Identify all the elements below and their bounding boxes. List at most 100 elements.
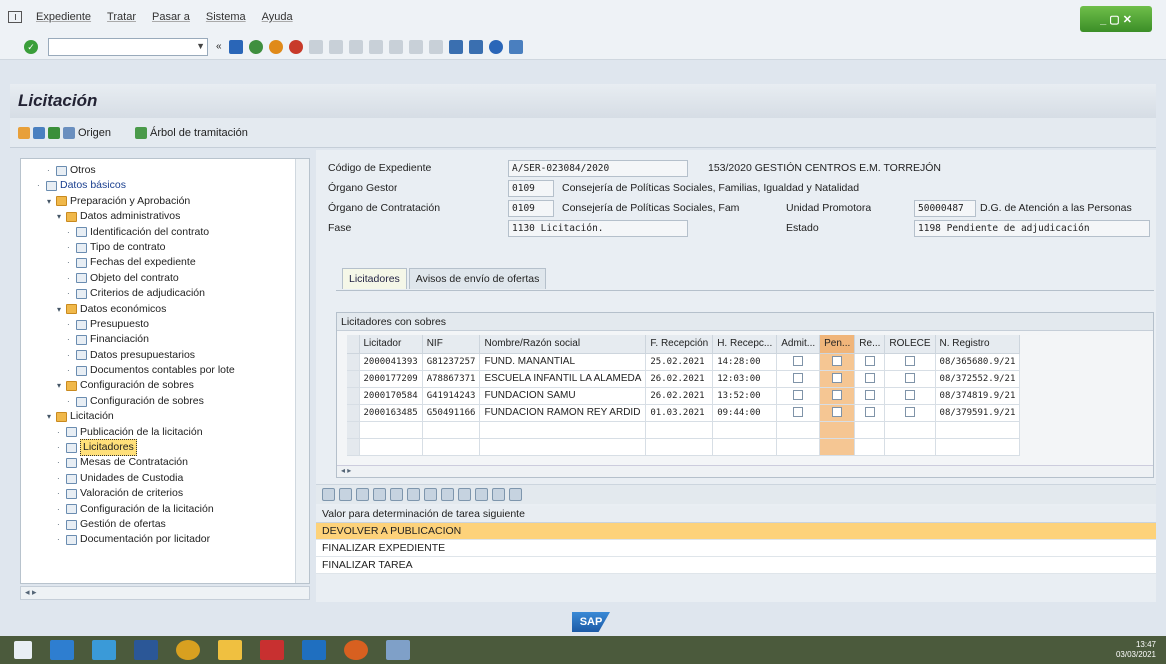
checkbox-cell[interactable] [776,404,821,422]
find-icon[interactable] [373,488,386,501]
tree-item[interactable]: ▾ Datos administrativos [21,209,309,224]
last-page-icon[interactable] [428,39,443,54]
checkbox-cell[interactable] [854,438,886,456]
tree-item[interactable]: ▾ Configuración de sobres [21,378,309,393]
table-row[interactable]: 2000170584 G41914243 FUNDACION SAMU 26.02.2… [347,387,1021,405]
checkbox-cell[interactable] [854,353,886,371]
tree-hscrollbar[interactable]: ◂ ▸ [20,586,310,600]
expand-icon[interactable]: ▾ [57,209,66,224]
checkbox[interactable] [864,373,875,384]
table-row[interactable]: 2000163485 G50491166 FUNDACION RAMON REY A… [347,404,1021,422]
menu-expediente[interactable]: Expediente [36,11,91,23]
origin-icon[interactable] [63,126,75,139]
exit-icon[interactable] [268,39,283,54]
tree-item[interactable]: ▾ Licitación [21,409,309,424]
column-header[interactable]: Re... [854,335,886,354]
checkbox[interactable] [904,356,915,367]
checkbox[interactable] [864,407,875,418]
layout-icon[interactable] [475,488,488,501]
expand-icon[interactable]: ▾ [57,378,66,393]
menu-sistema[interactable]: Sistema [206,11,246,23]
checkbox-cell[interactable] [884,353,936,371]
export-icon[interactable] [458,488,471,501]
column-header[interactable]: F. Recepción [645,335,714,354]
checkbox-cell[interactable] [884,387,936,405]
tree-item[interactable]: · Documentos contables por lote [21,363,309,378]
tree-item[interactable]: · Identificación del contrato [21,225,309,240]
subtotal-icon[interactable] [424,488,437,501]
layout-icon[interactable] [508,39,523,54]
edge-icon[interactable] [92,640,116,660]
sort-asc-icon[interactable] [339,488,352,501]
sap-gui-icon[interactable] [386,640,410,660]
tab-avisos-envio[interactable]: Avisos de envío de ofertas [408,268,547,289]
back-icon[interactable] [248,39,263,54]
checkbox[interactable] [904,407,915,418]
checkbox-cell[interactable] [819,370,856,388]
details-icon[interactable] [322,488,335,501]
windows-start-icon[interactable] [14,641,32,659]
tree-item[interactable]: · Datos básicos [21,178,309,193]
column-header[interactable]: H. Recepc... [712,335,778,354]
checkbox-cell[interactable] [819,421,856,439]
print-icon[interactable] [308,39,323,54]
checkbox-cell[interactable] [884,421,936,439]
checkbox[interactable] [793,407,804,418]
checkbox[interactable] [832,373,843,384]
checkbox[interactable] [832,407,843,418]
filter-icon[interactable] [33,126,45,139]
task-view-icon[interactable] [50,640,74,660]
tree-scrollbar[interactable] [295,159,309,583]
tree-item[interactable]: · Documentación por licitador [21,532,309,547]
checkbox-cell[interactable] [776,438,821,456]
tree-item[interactable]: · Otros [21,163,309,178]
menu-tratar[interactable]: Tratar [107,11,136,23]
menu-ayuda[interactable]: Ayuda [262,11,293,23]
codigo-field[interactable]: A/SER-023084/2020 [508,160,688,177]
table-row[interactable]: 2000177209 A78867371 ESCUELA INFANTIL LA A… [347,370,1021,388]
checkbox[interactable] [864,356,875,367]
checkbox-cell[interactable] [776,370,821,388]
command-field[interactable]: ▼ [48,37,208,56]
row-selector[interactable] [347,421,360,439]
column-header[interactable]: N. Registro [935,335,1021,354]
tree-item[interactable]: · Licitadores [21,439,309,457]
tree-item[interactable]: · Datos presupuestarios [21,348,309,363]
estado-field[interactable]: 1198 Pendiente de adjudicación [914,220,1150,237]
hierarchy-icon[interactable] [48,126,60,139]
sort-desc-icon[interactable] [356,488,369,501]
select-all-cell[interactable] [347,335,360,354]
checkbox[interactable] [832,356,843,367]
checkbox-cell[interactable] [854,421,886,439]
prev-page-icon[interactable] [388,39,403,54]
display-icon[interactable] [18,126,30,139]
checkbox-cell[interactable] [819,387,856,405]
word-icon[interactable] [134,640,158,660]
checkbox-cell[interactable] [819,438,856,456]
menu-pasar-a[interactable]: Pasar a [152,11,190,23]
tree-item[interactable]: · Configuración de sobres [21,394,309,409]
graphic-icon[interactable] [492,488,505,501]
checkbox-cell[interactable] [854,404,886,422]
shortcut-icon[interactable] [468,39,483,54]
checkbox[interactable] [793,356,804,367]
checkbox[interactable] [904,373,915,384]
tab-licitadores[interactable]: Licitadores [342,268,407,289]
window-controls[interactable]: _ ▢ ✕ [1080,6,1152,32]
checkbox[interactable] [793,390,804,401]
unidad-promotora-code[interactable]: 50000487 [914,200,976,217]
tree-item[interactable]: · Objeto del contrato [21,271,309,286]
organo-contratacion-code[interactable]: 0109 [508,200,554,217]
column-header[interactable]: ROLECE [884,335,936,354]
first-page-icon[interactable] [368,39,383,54]
tree-item[interactable]: · Presupuesto [21,317,309,332]
next-task-option-finalizar-expediente[interactable]: FINALIZAR EXPEDIENTE [316,540,1156,557]
file-explorer-icon[interactable] [218,640,242,660]
expand-icon[interactable]: ▾ [57,302,66,317]
checkbox-cell[interactable] [776,421,821,439]
tree-icon[interactable] [135,126,148,139]
next-task-option-devolver[interactable]: DEVOLVER A PUBLICACION [316,523,1156,540]
tree-item[interactable]: · Fechas del expediente [21,255,309,270]
fase-field[interactable]: 1130 Licitación. [508,220,688,237]
new-session-icon[interactable] [448,39,463,54]
